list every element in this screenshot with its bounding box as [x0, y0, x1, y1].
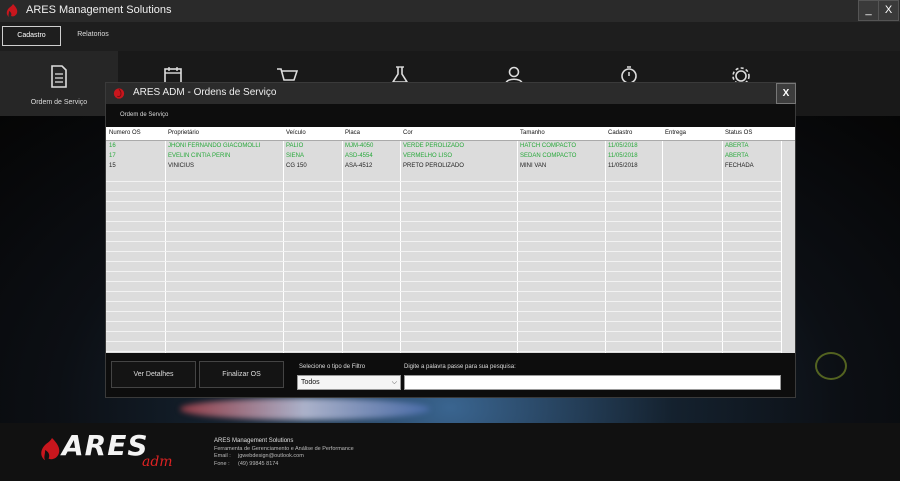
toolbar-ordem-servico-label: Ordem de Serviço [30, 99, 88, 106]
ares-logo-icon [6, 4, 18, 17]
document-icon [51, 65, 67, 88]
menu-cadastro[interactable]: Cadastro [2, 26, 61, 46]
table-cell-cadastro: 11/05/2018 [608, 143, 638, 149]
filter-select-value: Todos [301, 379, 320, 386]
table-cell-cadastro: 11/05/2018 [608, 153, 638, 159]
empty-table-row [106, 192, 781, 202]
ver-detalhes-button[interactable]: Ver Detalhes [111, 361, 196, 388]
background-light-streak [180, 398, 430, 420]
footer-brand: ARES [62, 429, 149, 462]
column-header[interactable]: Proprietário [168, 130, 199, 136]
table-cell-numero: 17 [109, 153, 116, 159]
orders-table[interactable]: Numero OS Proprietário Veículo Placa Cor Tama… [106, 127, 795, 353]
table-cell-proprietario: JHONI FERNANDO GIACOMOLLI [168, 143, 261, 149]
footer-phone: (49) 99845 8174 [238, 460, 279, 467]
empty-table-row [106, 232, 781, 242]
window-title: ARES Management Solutions [26, 4, 172, 16]
empty-table-row [106, 292, 781, 302]
table-cell-status: FECHADA [725, 163, 754, 169]
column-header[interactable]: Numero OS [109, 130, 141, 136]
empty-table-row [106, 332, 781, 342]
table-cell-cor: PRETO PEROLIZADO [403, 163, 464, 169]
ares-flame-icon [41, 438, 60, 461]
table-cell-veiculo: CG 150 [286, 163, 307, 169]
column-header[interactable]: Placa [345, 130, 360, 136]
table-cell-numero: 16 [109, 143, 116, 149]
table-cell-placa: ASD-4554 [345, 153, 373, 159]
empty-table-row [106, 272, 781, 282]
filter-label: Selecione o tipo de Filtro [299, 364, 366, 370]
footer-email-label: Email : [214, 453, 231, 459]
ares-logo-icon [113, 88, 125, 99]
table-cell-status: ABERTA [725, 153, 749, 159]
footer-info: ARES Management Solutions Ferramenta de … [214, 438, 354, 468]
table-cell-cor: VERDE PEROLIZADO [403, 143, 465, 149]
column-header[interactable]: Status OS [725, 130, 752, 136]
table-cell-cor: VERMELHO LISO [403, 153, 453, 159]
close-window-button[interactable]: X [878, 0, 899, 21]
ordens-servico-dialog: ARES ADM - Ordens de Serviço X Ordem de … [105, 82, 796, 398]
empty-table-row [106, 202, 781, 212]
filter-select[interactable]: Todos ⌵ [297, 375, 401, 390]
empty-table-row [106, 302, 781, 312]
column-header[interactable]: Cor [403, 130, 413, 136]
footer-company: ARES Management Solutions [214, 438, 294, 444]
footer-phone-label: Fone : [214, 460, 230, 467]
table-cell-proprietario: VINICIUS [168, 163, 195, 169]
column-header[interactable]: Tamanho [520, 130, 545, 136]
minimize-button[interactable]: _ [858, 0, 879, 21]
table-cell-tamanho: SEDAN COMPACTO [520, 153, 577, 159]
menu-bar: Cadastro Relatorios [0, 22, 900, 51]
table-row[interactable]: 15 VINICIUS CG 150 ASA-4512 PRETO PEROLIZADO… [106, 162, 795, 172]
empty-table-row [106, 222, 781, 232]
search-label: Digite a palavra passe para sua pesquisa… [404, 364, 516, 370]
table-cell-cadastro: 11/05/2018 [608, 163, 638, 169]
table-cell-placa: ASA-4512 [345, 163, 373, 169]
empty-table-row [106, 182, 781, 192]
empty-table-row [106, 262, 781, 272]
table-cell-status: ABERTA [725, 143, 749, 149]
empty-table-row [106, 242, 781, 252]
empty-table-row [106, 312, 781, 322]
table-header: Numero OS Proprietário Veículo Placa Cor Tama… [106, 127, 795, 141]
table-cell-placa: MJM-4050 [345, 143, 374, 149]
table-row[interactable]: 16 JHONI FERNANDO GIACOMOLLI PALIO MJM-4050… [106, 142, 795, 152]
toolbar-ordem-servico-button[interactable]: Ordem de Serviço [0, 51, 118, 116]
footer-email: jgwebdesign@outlook.com [238, 453, 304, 459]
footer-tagline: Ferramenta de Gerenciamento e Análise de… [214, 445, 354, 452]
table-cell-proprietario: EVELIN CINTIA PERIN [168, 153, 231, 159]
table-cell-tamanho: HATCH COMPACTO [520, 143, 577, 149]
dialog-title: ARES ADM - Ordens de Serviço [133, 87, 277, 98]
empty-table-row [106, 172, 781, 182]
search-input[interactable] [404, 375, 781, 390]
dialog-header: ARES ADM - Ordens de Serviço X [106, 83, 796, 104]
empty-table-row [106, 252, 781, 262]
empty-table-row [106, 322, 781, 332]
empty-table-row [106, 282, 781, 292]
background-headlight [815, 352, 847, 380]
footer: ARES adm ARES Management Solutions Ferra… [0, 423, 900, 481]
finalizar-os-button[interactable]: Finalizar OS [199, 361, 284, 388]
dialog-close-button[interactable]: X [776, 83, 796, 104]
menu-relatorios[interactable]: Relatorios [66, 26, 120, 46]
title-bar: ARES Management Solutions _ X [0, 0, 900, 22]
table-cell-numero: 15 [109, 163, 116, 169]
chevron-down-icon: ⌵ [391, 379, 397, 386]
table-cell-tamanho: MINI VAN [520, 163, 547, 169]
footer-brand-sub: adm [142, 454, 173, 470]
empty-table-row [106, 342, 781, 352]
tab-ordem-servico[interactable]: Ordem de Serviço [120, 112, 168, 118]
table-row[interactable]: 17 EVELIN CINTIA PERIN SIENA ASD-4554 VERMEL… [106, 152, 795, 162]
empty-table-row [106, 352, 781, 353]
table-cell-veiculo: SIENA [286, 153, 305, 159]
table-cell-veiculo: PALIO [286, 143, 304, 149]
empty-table-row [106, 212, 781, 222]
column-header[interactable]: Cadastro [608, 130, 632, 136]
column-header[interactable]: Entrega [665, 130, 686, 136]
column-header[interactable]: Veículo [286, 130, 306, 136]
